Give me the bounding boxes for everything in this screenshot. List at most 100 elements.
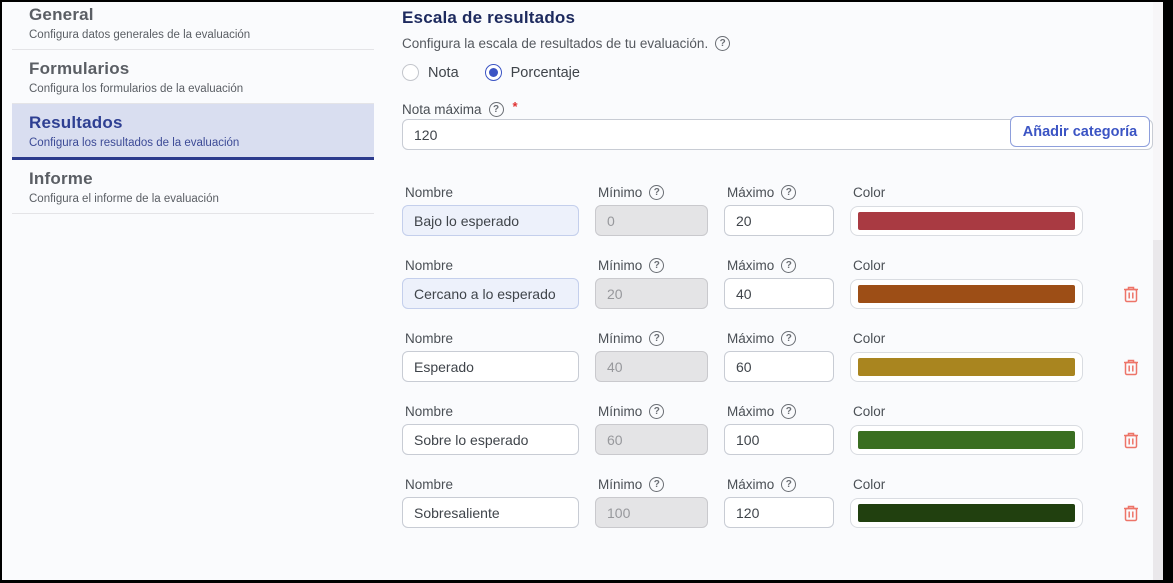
add-category-button[interactable]: Añadir categoría (1010, 116, 1150, 147)
category-color-picker[interactable] (850, 425, 1083, 455)
delete-category-button[interactable] (1123, 358, 1139, 376)
color-column-label: Color (853, 331, 1086, 346)
category-min-input (595, 424, 708, 455)
category-row-inputs (402, 497, 1153, 528)
max-column-text: Máximo (727, 258, 774, 273)
category-color-picker[interactable] (850, 206, 1083, 236)
scrollbar-thumb[interactable] (1153, 2, 1163, 240)
max-column-label: Máximo (727, 185, 837, 200)
category-row-labels: Nombre Mínimo Máximo Color (405, 258, 1153, 273)
category-max-input[interactable] (724, 351, 834, 382)
trash-icon (1123, 358, 1139, 376)
color-column-label: Color (853, 477, 1086, 492)
sidebar-item-title: Informe (29, 168, 357, 190)
help-icon[interactable] (781, 331, 796, 346)
category-color-picker[interactable] (850, 498, 1083, 528)
min-column-text: Mínimo (598, 258, 642, 273)
radio-circle-icon[interactable] (485, 64, 502, 81)
sidebar-item-title: Resultados (29, 112, 357, 134)
screenshot-frame: General Configura datos generales de la … (0, 0, 1173, 583)
category-name-input[interactable] (402, 497, 579, 528)
scale-type-radio[interactable]: Nota (402, 64, 459, 81)
required-asterisk: * (513, 99, 518, 114)
radio-label: Nota (428, 65, 459, 81)
sidebar-item-subtitle: Configura el informe de la evaluación (29, 192, 357, 207)
trash-cell (1099, 285, 1129, 303)
category-color-picker[interactable] (850, 352, 1083, 382)
category-color-bar (858, 285, 1075, 303)
category-row: Nombre Mínimo Máximo Color (402, 258, 1153, 309)
scale-type-radio[interactable]: Porcentaje (485, 64, 580, 81)
category-color-bar (858, 431, 1075, 449)
max-column-text: Máximo (727, 331, 774, 346)
category-row: Nombre Mínimo Máximo Color (402, 477, 1153, 528)
help-icon[interactable] (649, 477, 664, 492)
name-column-label: Nombre (405, 404, 582, 419)
max-column-label: Máximo (727, 404, 837, 419)
help-icon[interactable] (649, 185, 664, 200)
category-max-input[interactable] (724, 205, 834, 236)
help-icon[interactable] (649, 258, 664, 273)
sidebar-item-subtitle: Configura los resultados de la evaluació… (29, 136, 357, 151)
help-icon[interactable] (649, 404, 664, 419)
color-column-label: Color (853, 185, 1086, 200)
category-name-input[interactable] (402, 424, 579, 455)
category-max-input[interactable] (724, 278, 834, 309)
category-row-labels: Nombre Mínimo Máximo Color (405, 404, 1153, 419)
name-column-label: Nombre (405, 331, 582, 346)
max-column-label: Máximo (727, 258, 837, 273)
category-name-input[interactable] (402, 351, 579, 382)
category-max-input[interactable] (724, 424, 834, 455)
min-column-label: Mínimo (598, 331, 711, 346)
sidebar-item-subtitle: Configura datos generales de la evaluaci… (29, 28, 357, 43)
name-column-label: Nombre (405, 258, 582, 273)
category-row: Nombre Mínimo Máximo Color (402, 404, 1153, 455)
min-column-label: Mínimo (598, 185, 711, 200)
radio-circle-icon[interactable] (402, 64, 419, 81)
help-icon[interactable] (781, 185, 796, 200)
help-icon[interactable] (781, 404, 796, 419)
scale-type-radio-group: Nota Porcentaje (402, 64, 580, 81)
category-row: Nombre Mínimo Máximo Color (402, 331, 1153, 382)
radio-label: Porcentaje (511, 65, 580, 81)
sidebar-item[interactable]: Formularios Configura los formularios de… (12, 50, 374, 104)
category-name-input[interactable] (402, 205, 579, 236)
category-row-labels: Nombre Mínimo Máximo Color (405, 331, 1153, 346)
sidebar-item[interactable]: Informe Configura el informe de la evalu… (12, 160, 374, 214)
max-grade-label-row: Nota máxima * (402, 102, 518, 117)
sidebar-item-title: General (29, 4, 357, 26)
trash-cell (1099, 358, 1129, 376)
color-column-text: Color (853, 477, 885, 492)
name-column-text: Nombre (405, 477, 453, 492)
help-icon[interactable] (649, 331, 664, 346)
trash-icon (1123, 285, 1139, 303)
color-column-text: Color (853, 331, 885, 346)
category-max-input[interactable] (724, 497, 834, 528)
category-color-picker[interactable] (850, 279, 1083, 309)
name-column-text: Nombre (405, 258, 453, 273)
category-row-inputs (402, 351, 1153, 382)
color-column-text: Color (853, 258, 885, 273)
help-icon[interactable] (781, 477, 796, 492)
help-icon[interactable] (781, 258, 796, 273)
delete-category-button[interactable] (1123, 285, 1139, 303)
max-column-label: Máximo (727, 331, 837, 346)
category-row-inputs (402, 205, 1153, 236)
max-column-text: Máximo (727, 404, 774, 419)
category-name-input[interactable] (402, 278, 579, 309)
delete-category-button[interactable] (1123, 431, 1139, 449)
help-icon[interactable] (715, 36, 730, 51)
category-color-bar (858, 504, 1075, 522)
sidebar-item-title: Formularios (29, 58, 357, 80)
sidebar-item[interactable]: Resultados Configura los resultados de l… (12, 104, 374, 160)
category-row-labels: Nombre Mínimo Máximo Color (405, 477, 1153, 492)
results-scale-panel: Escala de resultados Configura la escala… (402, 2, 1153, 580)
delete-category-button[interactable] (1123, 504, 1139, 522)
max-column-text: Máximo (727, 185, 774, 200)
name-column-text: Nombre (405, 404, 453, 419)
help-icon[interactable] (489, 102, 504, 117)
scrollbar-track[interactable] (1153, 2, 1163, 580)
settings-sidebar: General Configura datos generales de la … (12, 2, 374, 214)
page-subtitle: Configura la escala de resultados de tu … (402, 36, 708, 51)
sidebar-item[interactable]: General Configura datos generales de la … (12, 2, 374, 50)
